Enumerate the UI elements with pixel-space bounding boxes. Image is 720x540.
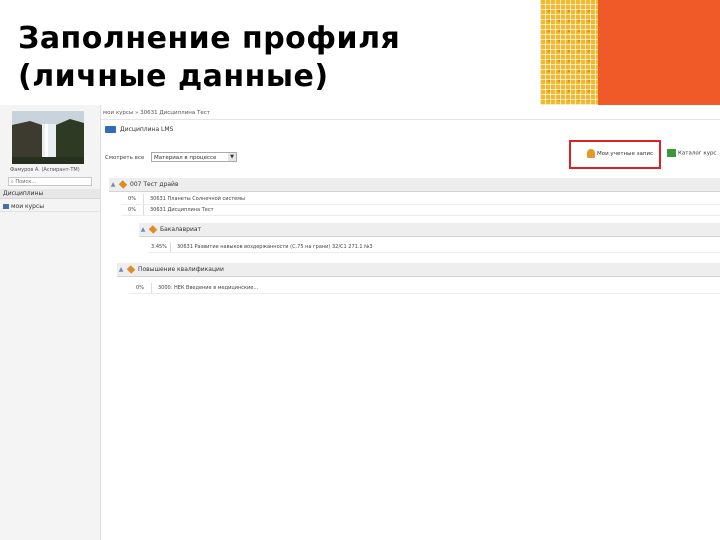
section-header[interactable]: ▲ Бакалавриат bbox=[139, 223, 720, 237]
sidebar-section-disciplines: Дисциплины bbox=[0, 189, 100, 199]
category-icon bbox=[118, 180, 128, 189]
title-line-2: (личные данные) bbox=[18, 59, 329, 94]
course-link[interactable]: 3000: НЕК Введение в медицинские... bbox=[158, 285, 258, 291]
chevron-down-icon: ▼ bbox=[228, 153, 236, 161]
course-row[interactable]: 0% 30631 Планеты Солнечной системы bbox=[121, 194, 720, 205]
chevron-up-icon: ▲ bbox=[110, 181, 116, 188]
user-icon bbox=[587, 149, 595, 158]
search-input[interactable]: ⌕ Поиск... bbox=[8, 177, 92, 186]
filter-label: Смотреть все bbox=[105, 155, 145, 161]
my-account-button[interactable]: Мои учетные запис bbox=[587, 149, 653, 158]
section-header[interactable]: ▲ 007 Тест драйв bbox=[109, 178, 720, 192]
sidebar-item-my-courses[interactable]: мои курсы bbox=[0, 202, 100, 212]
course-catalog-label: Каталог курс bbox=[678, 150, 717, 157]
chevron-up-icon: ▲ bbox=[140, 226, 146, 233]
course-row[interactable]: 3.45% 30631 Развитие навыков воздержаннос… bbox=[148, 242, 720, 253]
catalog-icon bbox=[667, 149, 676, 157]
filter-select[interactable]: Материал в процессе ▼ bbox=[151, 152, 237, 162]
course-link[interactable]: 30631 Планеты Солнечной системы bbox=[150, 196, 245, 202]
search-icon: ⌕ bbox=[11, 179, 14, 185]
progress-percent: 3.45% bbox=[148, 242, 171, 252]
decorative-corner bbox=[540, 0, 720, 105]
discipline-title: Дисциплина LMS bbox=[120, 126, 174, 133]
discipline-heading: Дисциплина LMS bbox=[105, 126, 173, 133]
lms-screenshot: Фамуров А. (Аспирант-ТМ) ⌕ Поиск... Дисц… bbox=[0, 105, 720, 540]
title-line-1: Заполнение профиля bbox=[18, 21, 401, 56]
section-title: Бакалавриат bbox=[160, 226, 202, 233]
sidebar: Фамуров А. (Аспирант-ТМ) ⌕ Поиск... Дисц… bbox=[0, 105, 101, 540]
category-icon bbox=[126, 265, 136, 274]
dot-pattern bbox=[544, 6, 594, 101]
course-catalog-button[interactable]: Каталог курс bbox=[667, 149, 716, 157]
category-icon bbox=[148, 225, 158, 234]
main-panel: мои курсы » 30631 Дисциплина Тест Дисцип… bbox=[101, 105, 720, 540]
avatar[interactable] bbox=[12, 111, 84, 164]
course-link[interactable]: 30631 Дисциплина Тест bbox=[150, 207, 213, 213]
chevron-up-icon: ▲ bbox=[118, 266, 124, 273]
course-row[interactable]: 0% 3000: НЕК Введение в медицинские... bbox=[129, 283, 720, 294]
username: Фамуров А. (Аспирант-ТМ) bbox=[10, 167, 80, 173]
discipline-icon bbox=[105, 126, 116, 133]
courses-icon bbox=[3, 204, 9, 209]
section-title: Повышение квалификации bbox=[138, 266, 224, 273]
progress-percent: 0% bbox=[121, 194, 144, 204]
progress-percent: 0% bbox=[129, 283, 152, 293]
breadcrumb[interactable]: мои курсы » 30631 Дисциплина Тест bbox=[103, 110, 210, 116]
divider bbox=[101, 119, 720, 120]
my-account-label: Мои учетные запис bbox=[597, 151, 654, 157]
section-header[interactable]: ▲ Повышение квалификации bbox=[117, 263, 720, 277]
orange-block bbox=[598, 0, 720, 105]
course-row[interactable]: 0% 30631 Дисциплина Тест bbox=[121, 205, 720, 216]
section-title: 007 Тест драйв bbox=[130, 181, 179, 188]
waterfall-photo bbox=[12, 111, 84, 164]
filter-value: Материал в процессе bbox=[154, 155, 217, 161]
sidebar-item-label: мои курсы bbox=[11, 203, 45, 210]
slide-title: Заполнение профиля (личные данные) bbox=[18, 20, 400, 96]
progress-percent: 0% bbox=[121, 205, 144, 215]
search-placeholder: Поиск... bbox=[15, 179, 37, 185]
course-link[interactable]: 30631 Развитие навыков воздержанности (С… bbox=[177, 244, 373, 250]
